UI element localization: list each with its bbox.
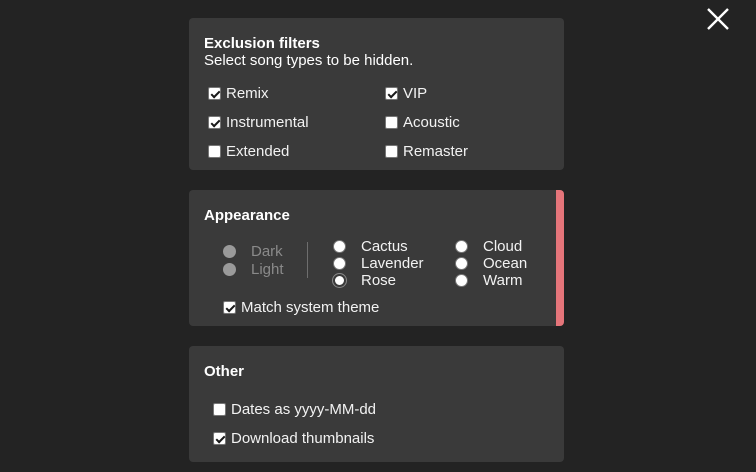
checkbox-icon bbox=[213, 432, 226, 445]
remaster-label: Remaster bbox=[403, 143, 469, 160]
exclusion-filters-panel: Exclusion filters Select song types to b… bbox=[189, 18, 564, 170]
radio-icon bbox=[223, 263, 236, 276]
theme-warm-radio[interactable]: Warm bbox=[455, 272, 522, 289]
match-system-theme-checkbox[interactable]: Match system theme bbox=[223, 299, 379, 316]
theme-cactus-radio[interactable]: Cactus bbox=[333, 238, 408, 255]
theme-cactus-label: Cactus bbox=[361, 238, 408, 255]
theme-ocean-radio[interactable]: Ocean bbox=[455, 255, 527, 272]
radio-icon bbox=[455, 240, 468, 253]
remaster-checkbox[interactable]: Remaster bbox=[385, 143, 468, 160]
theme-warm-label: Warm bbox=[483, 272, 523, 289]
theme-cloud-label: Cloud bbox=[483, 238, 523, 255]
extended-label: Extended bbox=[226, 143, 290, 160]
checkbox-icon bbox=[385, 87, 398, 100]
acoustic-checkbox[interactable]: Acoustic bbox=[385, 114, 460, 131]
extended-checkbox[interactable]: Extended bbox=[208, 143, 289, 160]
vip-checkbox[interactable]: VIP bbox=[385, 85, 427, 102]
radio-selected-icon bbox=[333, 274, 346, 287]
theme-lavender-label: Lavender bbox=[361, 255, 424, 272]
theme-ocean-label: Ocean bbox=[483, 255, 528, 272]
theme-rose-radio[interactable]: Rose bbox=[333, 272, 396, 289]
exclusion-filters-subtitle: Select song types to be hidden. bbox=[204, 52, 414, 69]
radio-icon bbox=[333, 257, 346, 270]
radio-icon bbox=[333, 240, 346, 253]
match-system-theme-label: Match system theme bbox=[241, 299, 380, 316]
checkbox-icon bbox=[208, 87, 221, 100]
dark-mode-label: Dark bbox=[251, 243, 283, 260]
theme-lavender-radio[interactable]: Lavender bbox=[333, 255, 424, 272]
download-thumbnails-label: Download thumbnails bbox=[231, 430, 375, 447]
radio-icon bbox=[223, 245, 236, 258]
download-thumbnails-checkbox[interactable]: Download thumbnails bbox=[213, 430, 374, 447]
appearance-panel: Appearance Dark Light Cactus Lavender Ro… bbox=[189, 190, 564, 326]
checkbox-icon bbox=[385, 145, 398, 158]
theme-cloud-radio[interactable]: Cloud bbox=[455, 238, 522, 255]
other-title: Other bbox=[204, 363, 245, 380]
close-icon[interactable] bbox=[704, 5, 732, 33]
appearance-title: Appearance bbox=[204, 207, 290, 224]
light-mode-radio[interactable]: Light bbox=[223, 261, 284, 278]
radio-icon bbox=[455, 257, 468, 270]
radio-icon bbox=[455, 274, 468, 287]
remix-checkbox[interactable]: Remix bbox=[208, 85, 269, 102]
light-mode-label: Light bbox=[251, 261, 284, 278]
checkbox-icon bbox=[385, 116, 398, 129]
instrumental-label: Instrumental bbox=[226, 114, 309, 131]
checkbox-icon bbox=[208, 145, 221, 158]
theme-rose-label: Rose bbox=[361, 272, 397, 289]
exclusion-filters-title: Exclusion filters bbox=[204, 35, 320, 52]
remix-label: Remix bbox=[226, 85, 269, 102]
acoustic-label: Acoustic bbox=[403, 114, 460, 131]
checkbox-icon bbox=[208, 116, 221, 129]
appearance-divider bbox=[307, 242, 308, 278]
checkbox-icon bbox=[213, 403, 226, 416]
dates-format-checkbox[interactable]: Dates as yyyy-MM-dd bbox=[213, 401, 376, 418]
dates-format-label: Dates as yyyy-MM-dd bbox=[231, 401, 377, 418]
dark-mode-radio[interactable]: Dark bbox=[223, 243, 283, 260]
instrumental-checkbox[interactable]: Instrumental bbox=[208, 114, 309, 131]
vip-label: VIP bbox=[403, 85, 428, 102]
checkbox-icon bbox=[223, 301, 236, 314]
other-panel: Other Dates as yyyy-MM-dd Download thumb… bbox=[189, 346, 564, 462]
